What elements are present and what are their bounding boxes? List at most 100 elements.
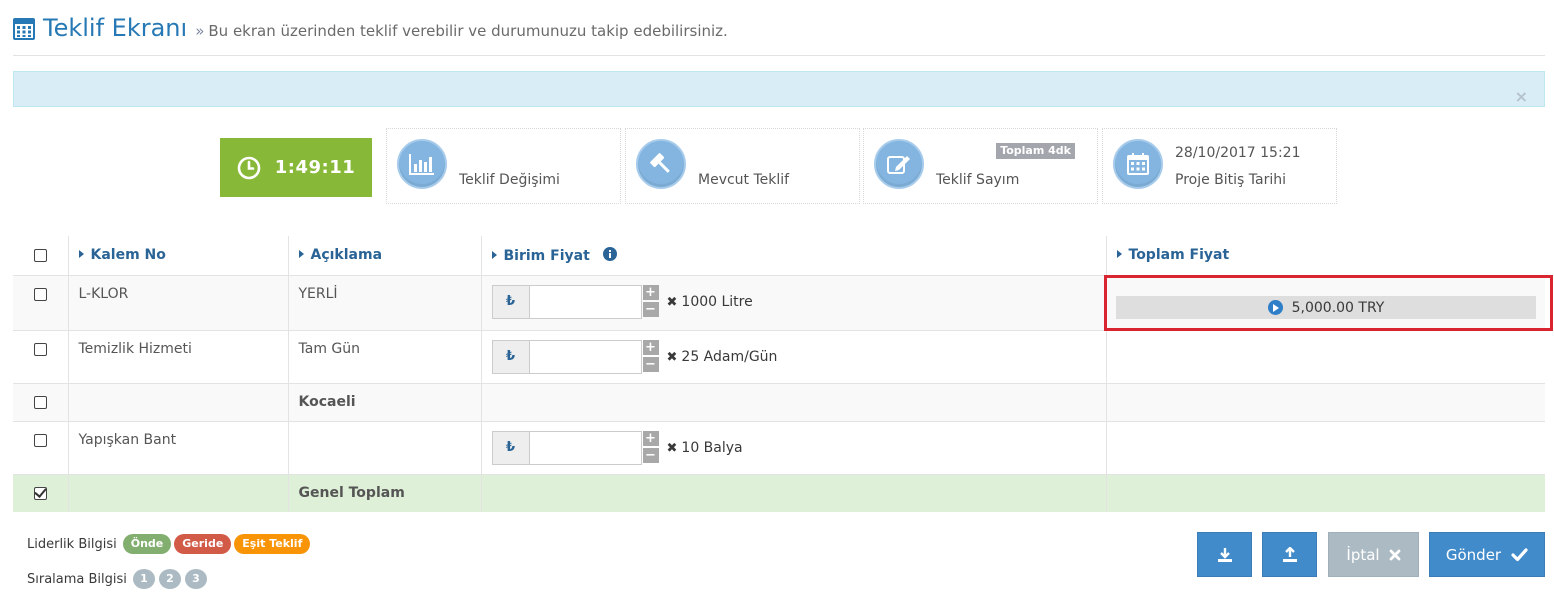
increment-button[interactable]: + xyxy=(642,430,659,446)
row-select-cell xyxy=(13,382,69,421)
infobox-mevcut-teklif[interactable]: Mevcut Teklif xyxy=(625,128,860,204)
page-header: Teklif Ekranı » Bu ekran üzerinden teklif… xyxy=(13,12,1545,56)
quantity-text: 1000 Litre xyxy=(681,293,753,310)
kalem-cell: Temizlik Hizmeti xyxy=(68,329,289,383)
increment-button[interactable]: + xyxy=(642,284,659,300)
select-all-cell xyxy=(13,236,69,275)
edit-icon xyxy=(874,139,924,189)
row-select-cell xyxy=(13,473,69,512)
project-end-date: 28/10/2017 15:21 xyxy=(1175,145,1301,161)
caret-right-icon xyxy=(78,250,84,258)
col-label: Toplam Fiyat xyxy=(1128,247,1230,263)
price-input-group: ₺ + − ✖ 25 Adam/Gün xyxy=(491,339,778,374)
col-label: Birim Fiyat xyxy=(503,248,590,264)
table-row: Kocaeli xyxy=(13,382,1545,421)
toplam-fiyat-cell xyxy=(1106,473,1545,512)
unit-price-input[interactable] xyxy=(529,284,642,319)
ranking-label: Sıralama Bilgisi xyxy=(27,571,127,587)
row-checkbox[interactable] xyxy=(33,342,47,356)
row-select-cell xyxy=(13,420,69,474)
unit-price-input[interactable] xyxy=(529,339,642,374)
timer-value: 1:49:11 xyxy=(274,157,356,178)
decrement-button[interactable]: − xyxy=(642,301,659,317)
infobox-label: Proje Bitiş Tarihi xyxy=(1175,172,1287,188)
leadership-label: Liderlik Bilgisi xyxy=(27,536,117,552)
quantity-stepper: + − xyxy=(642,284,659,319)
calendar-icon xyxy=(1113,139,1163,189)
submit-label: Gönder xyxy=(1445,545,1502,564)
kalem-cell xyxy=(68,473,289,512)
row-checkbox[interactable] xyxy=(33,287,47,301)
increment-button[interactable]: + xyxy=(642,339,659,355)
download-icon xyxy=(1217,547,1232,562)
aciklama-cell: Tam Gün xyxy=(288,329,482,383)
quantity-label: ✖ 25 Adam/Gün xyxy=(667,349,778,365)
toplam-fiyat-cell xyxy=(1106,329,1545,383)
clock-icon xyxy=(237,156,261,179)
badge-onde: Önde xyxy=(122,534,172,554)
rank-badge: 3 xyxy=(184,569,207,589)
aciklama-cell: Genel Toplam xyxy=(288,473,482,512)
total-price-bar[interactable]: 5,000.00 TRY xyxy=(1116,296,1536,319)
decrement-button[interactable]: − xyxy=(642,447,659,463)
times-icon: ✖ xyxy=(666,294,678,310)
birim-fiyat-cell xyxy=(481,382,1107,421)
times-icon: ✖ xyxy=(666,440,678,456)
col-birim-fiyat[interactable]: Birim Fiyat xyxy=(481,236,1107,275)
gavel-icon xyxy=(636,139,686,189)
quantity-label: ✖ 1000 Litre xyxy=(667,294,753,310)
price-input-group: ₺ + − ✖ 1000 Litre xyxy=(491,284,753,319)
separator: » xyxy=(195,22,205,40)
toplam-fiyat-cell xyxy=(1106,382,1545,421)
col-toplam-fiyat[interactable]: Toplam Fiyat xyxy=(1106,236,1545,275)
infobox-label: Mevcut Teklif xyxy=(698,172,790,188)
row-checkbox[interactable] xyxy=(33,395,47,409)
kalem-cell: L-KLOR xyxy=(68,274,289,330)
upload-button[interactable] xyxy=(1262,532,1317,577)
countdown-timer: 1:49:11 xyxy=(220,138,372,197)
table-row: Yapışkan Bant ₺ + − ✖ 10 Balya xyxy=(13,420,1545,474)
birim-fiyat-cell xyxy=(481,473,1107,512)
play-circle-icon xyxy=(1267,300,1283,315)
lira-icon: ₺ xyxy=(491,339,530,374)
calculator-icon xyxy=(13,18,35,40)
upload-icon xyxy=(1282,546,1297,562)
aciklama-cell: YERLİ xyxy=(288,274,482,330)
col-label: Açıklama xyxy=(310,247,383,263)
total-price-value: 5,000.00 TRY xyxy=(1291,299,1385,316)
info-icon[interactable] xyxy=(602,247,617,261)
total-price-highlight: 5,000.00 TRY xyxy=(1104,275,1553,331)
col-aciklama[interactable]: Açıklama xyxy=(288,236,482,275)
row-checkbox[interactable] xyxy=(33,433,47,447)
check-icon xyxy=(1511,547,1528,561)
download-button[interactable] xyxy=(1197,532,1252,577)
select-all-checkbox[interactable] xyxy=(33,249,47,262)
unit-price-input[interactable] xyxy=(529,430,642,465)
cancel-label: İptal xyxy=(1346,545,1380,564)
cancel-button[interactable]: İptal xyxy=(1328,532,1419,577)
col-kalem-no[interactable]: Kalem No xyxy=(68,236,289,275)
page-subtitle: » Bu ekran üzerinden teklif verebilir ve … xyxy=(195,12,728,50)
badge-geride: Geride xyxy=(174,534,232,554)
table-row: Temizlik Hizmeti Tam Gün ₺ + − ✖ 25 Adam/… xyxy=(13,329,1545,383)
col-label: Kalem No xyxy=(90,247,166,263)
caret-right-icon xyxy=(1116,250,1122,258)
row-select-cell xyxy=(13,329,69,383)
leadership-legend: Liderlik Bilgisi Önde Geride Eşit Teklif xyxy=(27,534,313,554)
row-checkbox-checked[interactable] xyxy=(33,486,47,500)
aciklama-cell xyxy=(288,420,482,474)
caret-right-icon xyxy=(298,250,304,258)
decrement-button[interactable]: − xyxy=(642,356,659,372)
quantity-stepper: + − xyxy=(642,339,659,374)
kalem-cell: Yapışkan Bant xyxy=(68,420,289,474)
close-icon[interactable]: × xyxy=(1515,89,1528,105)
rank-badge: 1 xyxy=(132,569,155,589)
price-input-group: ₺ + − ✖ 10 Balya xyxy=(491,430,743,465)
bar-chart-icon xyxy=(397,139,447,189)
infobox-proje-bitis[interactable]: 28/10/2017 15:21 Proje Bitiş Tarihi xyxy=(1102,128,1337,204)
infobox-teklif-degisimi[interactable]: Teklif Değişimi xyxy=(386,128,621,204)
ranking-legend: Sıralama Bilgisi 1 2 3 xyxy=(27,569,211,589)
birim-fiyat-cell: ₺ + − ✖ 1000 Litre xyxy=(481,274,1107,330)
infobox-teklif-sayim[interactable]: Toplam 4dk Teklif Sayım xyxy=(863,128,1098,204)
submit-button[interactable]: Gönder xyxy=(1429,532,1545,577)
